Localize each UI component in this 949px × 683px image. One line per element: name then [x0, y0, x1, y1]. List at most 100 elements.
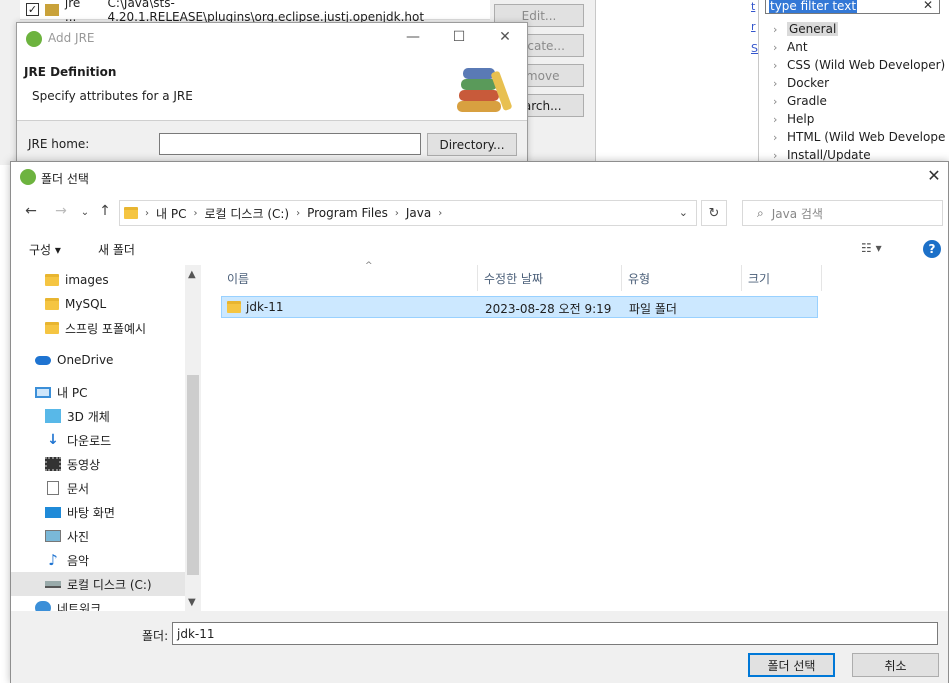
nav-item-music[interactable]: ♪ 음악 — [11, 548, 185, 572]
nav-scrollbar[interactable]: ▲ ▼ — [185, 265, 201, 612]
refresh-icon[interactable]: ↻ — [701, 200, 727, 226]
column-header-type[interactable]: 유형 — [622, 265, 742, 291]
organize-button[interactable]: 구성 ▾ — [29, 241, 61, 258]
folder-icon — [45, 322, 59, 334]
close-icon[interactable]: ✕ — [495, 29, 515, 45]
cancel-button[interactable]: 취소 — [852, 653, 939, 677]
nav-item-images[interactable]: images — [11, 268, 185, 292]
add-jre-dialog: Add JRE — ☐ ✕ JRE Definition Specify att… — [16, 22, 528, 162]
row-name: jdk-11 — [246, 300, 284, 314]
close-icon[interactable]: ✕ — [922, 166, 946, 185]
scroll-up-icon[interactable]: ▲ — [188, 269, 196, 280]
download-icon: ↓ — [47, 432, 59, 448]
dialog-footer: 폴더: jdk-11 폴더 선택 취소 — [11, 611, 948, 683]
checkbox-icon[interactable]: ✓ — [26, 3, 39, 16]
folder-label: 폴더: — [142, 629, 169, 643]
nav-item-onedrive[interactable]: OneDrive — [11, 348, 185, 372]
breadcrumb-item[interactable]: 내 PC — [156, 205, 186, 222]
jre-home-input[interactable] — [159, 133, 421, 155]
preferences-tree-panel: type filter text ✕ › General › Ant › CSS (W… — [758, 0, 949, 165]
tree-item-ant[interactable]: › Ant — [773, 38, 808, 56]
sort-ascending-icon: ^ — [365, 261, 373, 271]
folder-select-dialog: 폴더 선택 ✕ ← → ⌄ ↑ › 내 PC › 로컬 디스크 (C:) › P… — [10, 161, 949, 683]
link-column: t r S — [750, 0, 758, 160]
chevron-right-icon: › — [773, 22, 778, 36]
filter-input[interactable]: type filter text ✕ — [765, 0, 940, 14]
jre-path: C:\Java\sts-4.20.1.RELEASE\plugins\org.e… — [107, 0, 425, 24]
nav-item-pictures[interactable]: 사진 — [11, 524, 185, 548]
address-bar[interactable]: › 내 PC › 로컬 디스크 (C:) › Program Files › J… — [119, 200, 697, 226]
chevron-right-icon: › — [145, 207, 149, 219]
tree-item-docker[interactable]: › Docker — [773, 74, 829, 92]
back-icon[interactable]: ← — [21, 203, 41, 219]
nav-item-local-disk[interactable]: 로컬 디스크 (C:) — [11, 572, 185, 596]
tree-item-help[interactable]: › Help — [773, 110, 814, 128]
nav-item-network[interactable]: 네트워크 — [11, 596, 185, 612]
scrollbar-thumb[interactable] — [187, 375, 199, 575]
spring-logo-icon — [20, 169, 36, 185]
up-icon[interactable]: ↑ — [95, 203, 115, 219]
view-options-icon[interactable]: ☷ ▾ — [861, 241, 882, 255]
folder-dialog-titlebar: 폴더 선택 ✕ — [11, 162, 948, 192]
nav-item-3d-objects[interactable]: 3D 개체 — [11, 404, 185, 428]
clear-icon[interactable]: ✕ — [923, 0, 933, 12]
chevron-right-icon: › — [296, 207, 301, 219]
jre-home-label: JRE home: — [28, 137, 90, 151]
nav-item-mysql[interactable]: MySQL — [11, 292, 185, 316]
breadcrumb-item[interactable]: 로컬 디스크 (C:) — [204, 205, 289, 222]
cloud-icon — [35, 355, 51, 365]
scroll-down-icon[interactable]: ▼ — [188, 597, 196, 608]
jre-icon — [44, 3, 59, 16]
jre-definition-header: JRE Definition Specify attributes for a … — [17, 55, 527, 121]
video-icon — [45, 457, 61, 471]
folder-icon — [227, 301, 241, 313]
column-header-name[interactable]: ^ 이름 — [221, 261, 478, 291]
folder-input[interactable]: jdk-11 — [172, 622, 938, 645]
nav-item-documents[interactable]: 문서 — [11, 476, 185, 500]
column-header-modified[interactable]: 수정한 날짜 — [478, 265, 622, 291]
new-folder-button[interactable]: 새 폴더 — [98, 241, 135, 258]
chevron-right-icon: › — [773, 148, 778, 162]
breadcrumb-item[interactable]: Program Files — [307, 206, 388, 220]
chevron-right-icon: › — [773, 40, 778, 54]
music-icon: ♪ — [48, 551, 58, 569]
nav-item-desktop[interactable]: 바탕 화면 — [11, 500, 185, 524]
maximize-icon[interactable]: ☐ — [449, 29, 469, 45]
add-jre-title: Add JRE — [48, 31, 95, 45]
nav-item-spring-portfolio[interactable]: 스프링 포폴예시 — [11, 316, 185, 340]
folder-icon — [45, 274, 59, 286]
jre-name: jre ... — [64, 0, 81, 24]
tree-item-css[interactable]: › CSS (Wild Web Developer) — [773, 56, 945, 74]
directory-button[interactable]: Directory... — [427, 133, 517, 156]
jre-definition-title: JRE Definition — [24, 65, 117, 79]
recent-locations-icon[interactable]: ⌄ — [75, 207, 95, 218]
chevron-down-icon[interactable]: ⌄ — [679, 206, 688, 219]
chevron-right-icon: › — [773, 76, 778, 90]
add-jre-titlebar: Add JRE — ☐ ✕ — [17, 23, 527, 55]
chevron-right-icon: › — [773, 112, 778, 126]
tree-item-html[interactable]: › HTML (Wild Web Develope — [773, 128, 945, 146]
chevron-right-icon: › — [193, 207, 198, 219]
forward-icon[interactable]: → — [51, 203, 71, 219]
tree-item-general[interactable]: › General — [773, 20, 839, 38]
nav-item-this-pc[interactable]: 내 PC — [11, 380, 185, 404]
breadcrumb-item[interactable]: Java — [406, 206, 431, 220]
cube-icon — [45, 409, 61, 423]
jre-table-row[interactable]: ✓ jre ... C:\Java\sts-4.20.1.RELEASE\plu… — [20, 0, 490, 24]
column-header-size[interactable]: 크기 — [742, 265, 822, 291]
select-folder-button[interactable]: 폴더 선택 — [748, 653, 835, 677]
minimize-icon[interactable]: — — [403, 29, 423, 45]
search-input[interactable]: ⌕ Java 검색 — [742, 200, 943, 226]
table-row[interactable]: jdk-11 2023-08-28 오전 9:19 파일 폴더 — [221, 296, 818, 318]
nav-item-videos[interactable]: 동영상 — [11, 452, 185, 476]
link-fragment[interactable]: t — [751, 0, 755, 13]
help-icon[interactable]: ? — [923, 240, 941, 258]
nav-item-downloads[interactable]: ↓ 다운로드 — [11, 428, 185, 452]
tree-item-gradle[interactable]: › Gradle — [773, 92, 827, 110]
navigation-pane: images MySQL 스프링 포폴예시 OneDrive 내 PC 3D 개… — [11, 265, 201, 612]
link-fragment[interactable]: r — [751, 20, 756, 33]
folder-icon — [124, 207, 138, 219]
chevron-right-icon: › — [773, 58, 778, 72]
link-fragment[interactable]: S — [751, 42, 758, 55]
chevron-right-icon: › — [438, 207, 443, 219]
